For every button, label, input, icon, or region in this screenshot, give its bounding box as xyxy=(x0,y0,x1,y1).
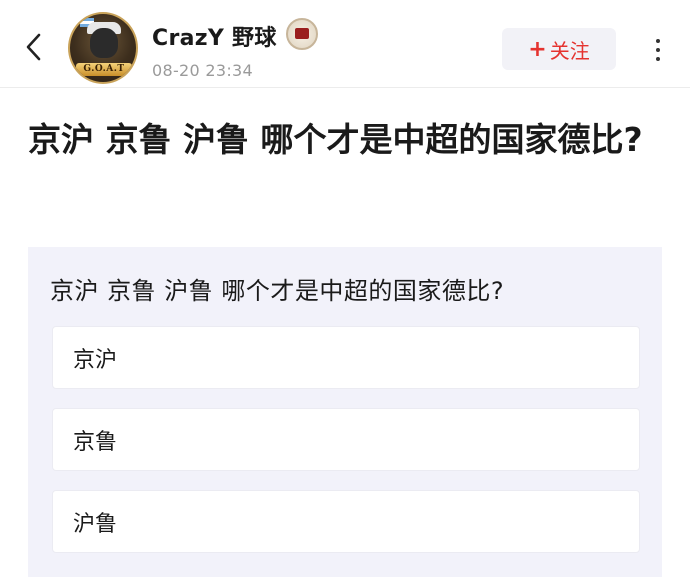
follow-label: 关注 xyxy=(549,38,590,63)
poll-option-label: 京沪 xyxy=(73,347,118,373)
poll-option-label: 京鲁 xyxy=(73,429,118,455)
avatar-banner: G.O.A.T xyxy=(76,63,132,76)
follow-button[interactable]: + 关注 xyxy=(502,28,616,70)
chevron-left-icon xyxy=(26,33,41,61)
avatar[interactable]: G.O.A.T xyxy=(68,12,138,84)
poll-option[interactable]: 京鲁 xyxy=(52,408,640,471)
poll-option[interactable]: 京沪 xyxy=(52,326,640,389)
back-button[interactable] xyxy=(18,30,48,64)
username[interactable]: CrazY 野球 xyxy=(152,20,277,52)
poll-question: 京沪 京鲁 沪鲁 哪个才是中超的国家德比? xyxy=(50,277,505,305)
more-options-button[interactable] xyxy=(646,32,670,68)
more-vertical-icon xyxy=(656,39,660,43)
poll-option-label: 沪鲁 xyxy=(73,511,118,537)
poll-card: 京沪 京鲁 沪鲁 哪个才是中超的国家德比? 京沪 京鲁 沪鲁 xyxy=(28,247,662,577)
post-title: 京沪 京鲁 沪鲁 哪个才是中超的国家德比? xyxy=(28,120,643,159)
poll-option[interactable]: 沪鲁 xyxy=(52,490,640,553)
user-badge-icon xyxy=(286,18,318,50)
post-timestamp: 08-20 23:34 xyxy=(152,61,253,80)
plus-icon: + xyxy=(528,36,547,62)
post-header: G.O.A.T CrazY 野球 08-20 23:34 + 关注 xyxy=(0,0,690,88)
